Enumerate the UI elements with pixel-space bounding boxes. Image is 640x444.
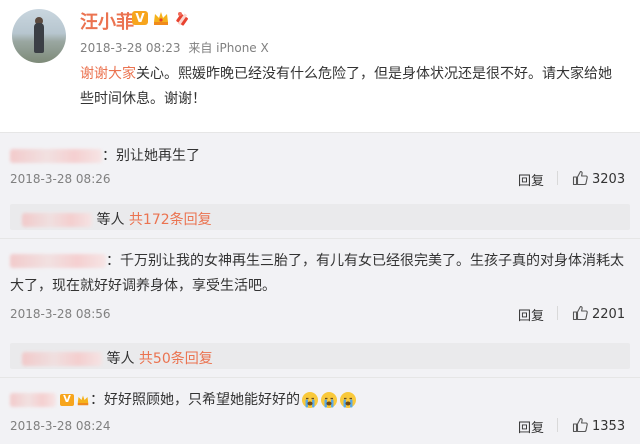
post-body-text: 关心。熙媛昨晚已经没有什么危险了，但是身体状况还是很不好。请大家给她些时间休息。… xyxy=(80,66,612,107)
comment-3-text: 好好照顾她，只希望她能好好的 xyxy=(104,392,300,408)
post-body-highlight[interactable]: 谢谢大家 xyxy=(80,66,136,82)
crying-emoji-icon xyxy=(321,392,337,408)
comment-2-content: ：千万别让我的女神再生三胎了，有儿有女已经很完美了。生孩子真的对身体消耗太 大了，… xyxy=(10,253,624,294)
thumbs-up-icon xyxy=(572,417,588,433)
comment-3-username[interactable] xyxy=(10,393,56,407)
post-date[interactable]: 2018-3-28 08:23 xyxy=(80,41,181,55)
comment-3-time: 2018-3-28 08:24 xyxy=(10,419,111,433)
comment-1-replies[interactable]: 等人 共172条回复 xyxy=(10,204,630,230)
thumbs-up-icon xyxy=(572,305,588,321)
comment-2-like-button[interactable]: 2201 xyxy=(572,305,625,322)
crying-emoji-icon xyxy=(340,392,356,408)
post-source-prefix: 来自 xyxy=(188,41,213,55)
comment-1-reply-button[interactable]: 回复 xyxy=(518,170,544,189)
comment-3-reply-button[interactable]: 回复 xyxy=(518,417,544,436)
comment-2-line-2: 大了，现在就好好调养身体，享受生活吧。 xyxy=(10,278,276,294)
comment-2-replies[interactable]: 等人 共50条回复 xyxy=(10,343,630,369)
avatar-figure-body xyxy=(34,23,44,53)
gift-icon xyxy=(176,12,188,26)
comment-2-replier-name xyxy=(22,352,102,366)
comment-1-divider xyxy=(557,171,558,185)
comment-3-content: V ：好好照顾她，只希望她能好好的 xyxy=(10,389,357,409)
comment-1-time: 2018-3-28 08:26 xyxy=(10,172,111,186)
comment-3-like-count: 1353 xyxy=(592,419,626,434)
crown-icon xyxy=(77,395,89,406)
divider xyxy=(0,377,640,378)
comment-1-replies-count[interactable]: 共172条回复 xyxy=(129,212,212,228)
comment-1-like-count: 3203 xyxy=(592,172,626,187)
post-source: iPhone X xyxy=(216,41,269,55)
divider xyxy=(0,238,640,239)
comment-3-divider xyxy=(557,418,558,432)
post-body: 谢谢大家关心。熙媛昨晚已经没有什么危险了，但是身体状况还是很不好。请大家给她些时… xyxy=(80,62,620,112)
comment-1-replier-name xyxy=(22,213,92,227)
post-meta: 2018-3-28 08:23 来自 iPhone X xyxy=(80,39,269,56)
comment-1-like-button[interactable]: 3203 xyxy=(572,170,625,187)
author-avatar[interactable] xyxy=(12,9,66,63)
weibo-post: 汪小菲 V 2018-3-28 08:23 来自 iPhone X 谢谢大家关心… xyxy=(0,0,640,132)
comment-2-like-count: 2201 xyxy=(592,307,626,322)
comment-2-reply-button[interactable]: 回复 xyxy=(518,305,544,324)
comment-2-line-1: 千万别让我的女神再生三胎了，有儿有女已经很完美了。生孩子真的对身体消耗太 xyxy=(120,253,624,269)
comment-1-text: 别让她再生了 xyxy=(116,148,200,164)
verified-v-icon: V xyxy=(132,11,148,25)
comment-1-username[interactable] xyxy=(10,149,102,163)
comment-2-replies-count[interactable]: 共50条回复 xyxy=(139,351,213,367)
comment-2-replies-prefix: 等人 xyxy=(106,351,135,367)
comment-2-username[interactable] xyxy=(10,254,106,268)
comment-1-replies-prefix: 等人 xyxy=(96,212,125,228)
comment-2-time: 2018-3-28 08:56 xyxy=(10,307,111,321)
comment-1-content: ：别让她再生了 xyxy=(10,145,200,165)
verified-v-icon: V xyxy=(60,394,74,406)
comment-list: ：别让她再生了 2018-3-28 08:26 回复 3203 等人 共172条… xyxy=(0,132,640,444)
author-name[interactable]: 汪小菲 xyxy=(80,8,134,34)
crown-icon xyxy=(154,12,168,25)
thumbs-up-icon xyxy=(572,170,588,186)
comment-3-like-button[interactable]: 1353 xyxy=(572,417,625,434)
comment-2-divider xyxy=(557,306,558,320)
crying-emoji-icon xyxy=(302,392,318,408)
